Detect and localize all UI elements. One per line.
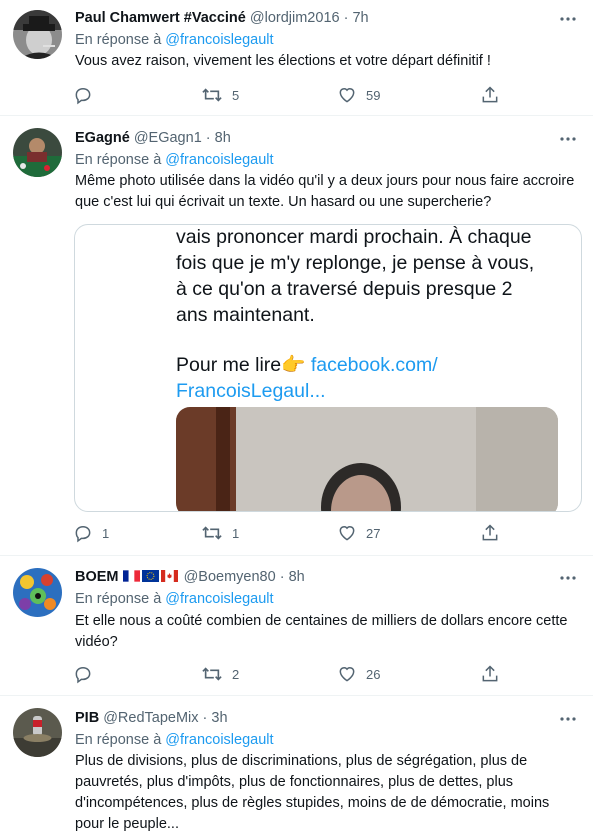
display-name[interactable]: Paul Chamwert #Vacciné xyxy=(75,10,246,26)
pointing-hand-icon: 👉 xyxy=(281,354,306,376)
like-button[interactable]: 27 xyxy=(337,522,380,544)
retweet-count: 2 xyxy=(232,666,240,682)
avatar[interactable] xyxy=(13,708,62,757)
reply-prefix: En réponse à xyxy=(75,152,162,168)
tweet-media[interactable]: vais prononcer mardi prochain. À chaque … xyxy=(74,224,582,512)
media-text-line: ans maintenant. xyxy=(176,304,315,326)
eu-flag xyxy=(141,569,159,582)
retweet-count: 1 xyxy=(232,525,240,541)
timestamp[interactable]: 8h xyxy=(289,569,305,585)
timestamp[interactable]: 3h xyxy=(211,710,227,726)
reply-prefix: En réponse à xyxy=(75,591,162,607)
share-icon xyxy=(482,665,498,682)
more-options-icon[interactable] xyxy=(557,130,579,148)
reply-button[interactable] xyxy=(73,663,102,685)
retweet-icon xyxy=(202,88,222,102)
reply-context: En réponse à @francoislegault xyxy=(75,151,274,170)
media-photo xyxy=(176,407,558,511)
tweet-text: Plus de divisions, plus de discriminatio… xyxy=(75,753,550,832)
user-handle[interactable]: @RedTapeMix xyxy=(103,710,198,726)
retweet-button[interactable]: 2 xyxy=(201,663,239,685)
display-name[interactable]: EGagné xyxy=(75,130,130,146)
tweet-text: Vous avez raison, vivement les élections… xyxy=(75,53,491,69)
user-handle[interactable]: @Boemyen80 xyxy=(184,569,276,585)
media-text-line: vais prononcer mardi prochain. À chaque xyxy=(176,226,532,248)
share-button[interactable] xyxy=(480,663,500,685)
more-options-icon[interactable] xyxy=(557,710,579,728)
reply-mention-link[interactable]: @francoislegault xyxy=(165,32,273,48)
media-link-prefix: Pour me lire xyxy=(176,354,282,376)
separator: · xyxy=(198,710,212,726)
reply-mention-link[interactable]: @francoislegault xyxy=(165,591,273,607)
heart-icon xyxy=(339,526,355,541)
retweet-button[interactable]: 5 xyxy=(201,84,239,106)
share-icon xyxy=(482,86,498,103)
reply-prefix: En réponse à xyxy=(75,32,162,48)
reply-button[interactable]: 1 xyxy=(73,522,109,544)
share-icon xyxy=(482,524,498,541)
more-options-icon[interactable] xyxy=(557,569,579,587)
user-handle[interactable]: @EGagn1 xyxy=(134,130,202,146)
media-text-line: fois que je m'y replonge, je pense à vou… xyxy=(176,252,535,274)
reply-mention-link[interactable]: @francoislegault xyxy=(165,732,273,748)
share-button[interactable] xyxy=(480,84,500,106)
separator: · xyxy=(275,569,289,585)
like-count: 26 xyxy=(366,666,381,682)
like-count: 27 xyxy=(366,525,381,541)
tweet[interactable]: BOEM @Boemyen80 · 8h En réponse à @franc… xyxy=(0,556,593,696)
user-handle[interactable]: @lordjim2016 xyxy=(250,10,340,26)
more-options-icon[interactable] xyxy=(557,10,579,28)
tweet[interactable]: PIB @RedTapeMix · 3h En réponse à @franc… xyxy=(0,696,593,832)
tweet[interactable]: Paul Chamwert #Vacciné @lordjim2016 · 7h… xyxy=(0,0,593,116)
tweet-actions: 5 59 xyxy=(73,84,513,106)
tweet-header: EGagné @EGagn1 · 8h xyxy=(75,129,231,148)
separator: · xyxy=(339,10,353,26)
tweet-text: Même photo utilisée dans la vidéo qu'il … xyxy=(75,173,575,210)
reply-icon xyxy=(75,666,91,684)
france-flag xyxy=(122,569,140,582)
reply-context: En réponse à @francoislegault xyxy=(75,31,274,50)
display-name[interactable]: PIB xyxy=(75,710,99,726)
tweet-text: Et elle nous a coûté combien de centaine… xyxy=(75,613,568,650)
tweet-header: PIB @RedTapeMix · 3h xyxy=(75,709,228,728)
reply-icon xyxy=(75,87,91,105)
reply-icon xyxy=(75,525,91,543)
display-name[interactable]: BOEM xyxy=(75,569,119,585)
tweet[interactable]: EGagné @EGagn1 · 8h En réponse à @franco… xyxy=(0,116,593,556)
tweet-actions: 1 1 27 xyxy=(73,522,513,544)
share-button[interactable] xyxy=(480,522,500,544)
timestamp[interactable]: 7h xyxy=(352,10,368,26)
media-link[interactable]: FrancoisLegaul... xyxy=(176,377,326,405)
reply-context: En réponse à @francoislegault xyxy=(75,731,274,750)
canada-flag xyxy=(160,569,178,582)
reply-context: En réponse à @francoislegault xyxy=(75,590,274,609)
tweet-header: BOEM @Boemyen80 · 8h xyxy=(75,568,305,587)
retweet-button[interactable]: 1 xyxy=(201,522,239,544)
avatar[interactable] xyxy=(13,568,62,617)
timestamp[interactable]: 8h xyxy=(215,130,231,146)
retweet-icon xyxy=(202,667,222,681)
tweet-actions: 2 26 xyxy=(73,663,513,685)
heart-icon xyxy=(339,88,355,103)
like-button[interactable]: 59 xyxy=(337,84,380,106)
avatar[interactable] xyxy=(13,128,62,177)
avatar[interactable] xyxy=(13,10,62,59)
media-link[interactable]: facebook.com/ xyxy=(305,354,438,376)
like-button[interactable]: 26 xyxy=(337,663,380,685)
like-count: 59 xyxy=(366,87,381,103)
media-text-line: à ce qu'on a traversé depuis presque 2 xyxy=(176,278,513,300)
reply-count: 1 xyxy=(102,525,110,541)
reply-button[interactable] xyxy=(73,84,102,106)
reply-prefix: En réponse à xyxy=(75,732,162,748)
retweet-icon xyxy=(202,526,222,540)
separator: · xyxy=(201,130,215,146)
tweet-header: Paul Chamwert #Vacciné @lordjim2016 · 7h xyxy=(75,9,369,28)
media-link-line: Pour me lire👉 facebook.com/ xyxy=(176,351,438,379)
retweet-count: 5 xyxy=(232,87,240,103)
heart-icon xyxy=(339,667,355,682)
reply-mention-link[interactable]: @francoislegault xyxy=(165,152,273,168)
